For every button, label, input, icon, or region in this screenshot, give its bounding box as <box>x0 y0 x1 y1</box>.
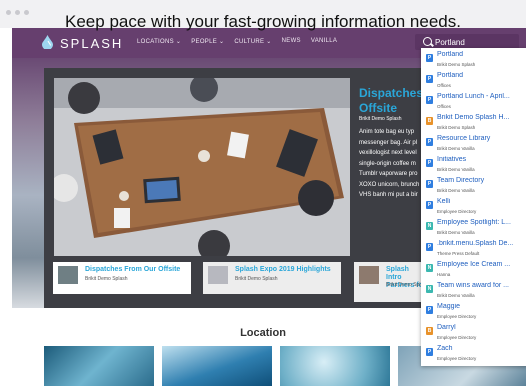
result-title[interactable]: Brikit Demo Splash H... <box>437 114 526 121</box>
card-title[interactable]: Splash Expo 2019 Highlights <box>235 266 331 273</box>
card-thumbnail <box>359 266 379 284</box>
news-card[interactable]: Splash Expo 2019 Highlights Brikit Demo … <box>203 262 341 294</box>
nav-item-news[interactable]: NEWS <box>282 38 301 45</box>
location-tile[interactable] <box>280 346 390 386</box>
page-icon: P <box>426 138 433 146</box>
search-result-item[interactable]: P Maggie Employee Directory <box>421 302 526 324</box>
result-title[interactable]: Portland <box>437 51 526 58</box>
search-result-item[interactable]: P Resource Library Brikit Demo Vanilla <box>421 134 526 156</box>
result-space: Brikit Demo Splash <box>437 62 476 67</box>
splash-drop-icon <box>42 35 53 49</box>
result-space: Employee Directory <box>437 209 477 214</box>
result-space: Brikit Demo Vanilla <box>437 146 475 151</box>
search-result-item[interactable]: P Team Directory Brikit Demo Vanilla <box>421 176 526 198</box>
page-icon: P <box>426 54 433 62</box>
page-icon: P <box>426 201 433 209</box>
blog-icon: B <box>426 327 433 335</box>
result-space: Theme Press Default <box>437 251 480 256</box>
result-title[interactable]: Resource Library <box>437 135 526 142</box>
news-card[interactable]: Splash Intro Partners for Brikit Demo Sp… <box>354 262 426 302</box>
news-icon: N <box>426 222 433 230</box>
result-space: Brikit Demo Vanilla <box>437 230 475 235</box>
result-title[interactable]: Zach <box>437 345 526 352</box>
page-icon: P <box>426 96 433 104</box>
news-icon: N <box>426 285 433 293</box>
hero-image[interactable] <box>54 78 350 256</box>
nav-item-culture[interactable]: CULTURE ⌄ <box>234 38 271 45</box>
search-results-dropdown: P Portland Brikit Demo Splash P Portland… <box>421 48 526 366</box>
result-space: Offices <box>437 83 451 88</box>
location-tile[interactable] <box>44 346 154 386</box>
search-input[interactable] <box>435 35 515 49</box>
news-card[interactable]: Dispatches From Our Offsite Brikit Demo … <box>53 262 191 294</box>
result-title[interactable]: Initiatives <box>437 156 526 163</box>
search-result-item[interactable]: P Portland Offices <box>421 71 526 93</box>
nav-item-locations[interactable]: LOCATIONS ⌄ <box>137 38 181 45</box>
search-result-item[interactable]: P Zach Employee Directory <box>421 344 526 366</box>
site-logo[interactable]: SPLASH <box>60 36 123 51</box>
result-title[interactable]: .brikit.menu.Splash De... <box>437 240 526 247</box>
card-thumbnail <box>208 266 228 284</box>
search-result-item[interactable]: N Employee Ice Cream ... Hanna <box>421 260 526 282</box>
result-title[interactable]: Team Directory <box>437 177 526 184</box>
result-title[interactable]: Employee Spotlight: L... <box>437 219 526 226</box>
result-title[interactable]: Maggie <box>437 303 526 310</box>
search-result-item[interactable]: P Initiatives Brikit Demo Vanilla <box>421 155 526 177</box>
search-result-item[interactable]: P Kelli Employee Directory <box>421 197 526 219</box>
search-result-item[interactable]: B Brikit Demo Splash H... Brikit Demo Sp… <box>421 113 526 135</box>
blog-icon: B <box>426 117 433 125</box>
result-space: Brikit Demo Vanilla <box>437 167 475 172</box>
result-space: Brikit Demo Vanilla <box>437 188 475 193</box>
result-title[interactable]: Kelli <box>437 198 526 205</box>
location-tile[interactable] <box>162 346 272 386</box>
result-space: Offices <box>437 104 451 109</box>
meeting-photo <box>54 78 350 256</box>
page-icon: P <box>426 348 433 356</box>
search-result-item[interactable]: N Employee Spotlight: L... Brikit Demo V… <box>421 218 526 240</box>
search-result-item[interactable]: P Portland Brikit Demo Splash <box>421 50 526 72</box>
page-icon: P <box>426 243 433 251</box>
search-icon[interactable] <box>423 37 432 46</box>
result-space: Brikit Demo Splash <box>437 125 476 130</box>
hero-author: Brikit Demo Splash <box>359 116 402 122</box>
result-space: Hanna <box>437 272 451 277</box>
search-result-item[interactable]: B Darryl Employee Directory <box>421 323 526 345</box>
result-space: Brikit Demo Vanilla <box>437 293 475 298</box>
card-author: Brikit Demo Splas <box>386 282 426 288</box>
card-thumbnail <box>58 266 78 284</box>
result-title[interactable]: Team wins award for ... <box>437 282 526 289</box>
search-result-item[interactable]: P .brikit.menu.Splash De... Theme Press … <box>421 239 526 261</box>
result-space: Employee Directory <box>437 335 477 340</box>
nav-item-vanilla[interactable]: VANILLA <box>311 38 337 45</box>
page-icon: P <box>426 306 433 314</box>
result-space: Employee Directory <box>437 356 477 361</box>
search-result-item[interactable]: P Portland Lunch - April... Offices <box>421 92 526 114</box>
news-icon: N <box>426 264 433 272</box>
result-title[interactable]: Darryl <box>437 324 526 331</box>
card-author: Brikit Demo Splash <box>85 276 128 282</box>
main-menu: LOCATIONS ⌄ PEOPLE ⌄ CULTURE ⌄ NEWS VANI… <box>137 38 337 45</box>
marketing-caption: Keep pace with your fast-growing informa… <box>65 12 461 31</box>
result-title[interactable]: Portland Lunch - April... <box>437 93 526 100</box>
page-icon: P <box>426 159 433 167</box>
result-title[interactable]: Portland <box>437 72 526 79</box>
search-result-item[interactable]: N Team wins award for ... Brikit Demo Va… <box>421 281 526 303</box>
nav-item-people[interactable]: PEOPLE ⌄ <box>191 38 224 45</box>
card-title[interactable]: Dispatches From Our Offsite <box>85 266 180 273</box>
page-icon: P <box>426 180 433 188</box>
card-author: Brikit Demo Splash <box>235 276 278 282</box>
result-title[interactable]: Employee Ice Cream ... <box>437 261 526 268</box>
page-icon: P <box>426 75 433 83</box>
result-space: Employee Directory <box>437 314 477 319</box>
